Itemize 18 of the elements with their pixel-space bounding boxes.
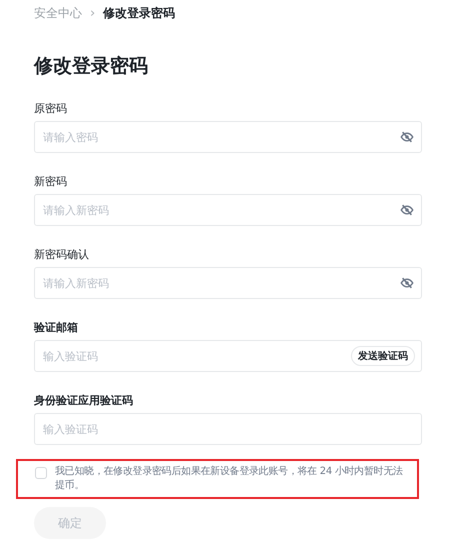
hidden-eye-icon[interactable]	[400, 276, 414, 290]
checkbox[interactable]	[35, 467, 47, 479]
input-field[interactable]: 请输入密码	[34, 121, 422, 153]
field-label: 身份验证应用验证码	[34, 394, 134, 408]
field-label: 新密码	[34, 175, 68, 189]
hidden-eye-icon[interactable]	[400, 203, 414, 217]
agreement-text: 我已知晓，在修改登录密码后如果在新设备登录此账号，将在 24 小时内暂时无法提币。	[55, 465, 404, 493]
field-label: 验证邮箱	[34, 321, 79, 335]
breadcrumb-separator: ›	[90, 6, 96, 20]
hidden-eye-icon[interactable]	[400, 130, 414, 144]
breadcrumb-link[interactable]: 修改登录密码	[103, 4, 176, 22]
send-code-button[interactable]: 发送验证码	[351, 346, 415, 366]
input-field[interactable]: 请输入新密码	[34, 194, 422, 226]
field-label: 新密码确认	[34, 248, 90, 262]
input-field[interactable]: 请输入新密码	[34, 267, 422, 299]
field-label: 原密码	[34, 102, 68, 116]
page-title: 修改登录密码	[34, 54, 149, 79]
input-field[interactable]: 输入验证码	[34, 413, 422, 445]
